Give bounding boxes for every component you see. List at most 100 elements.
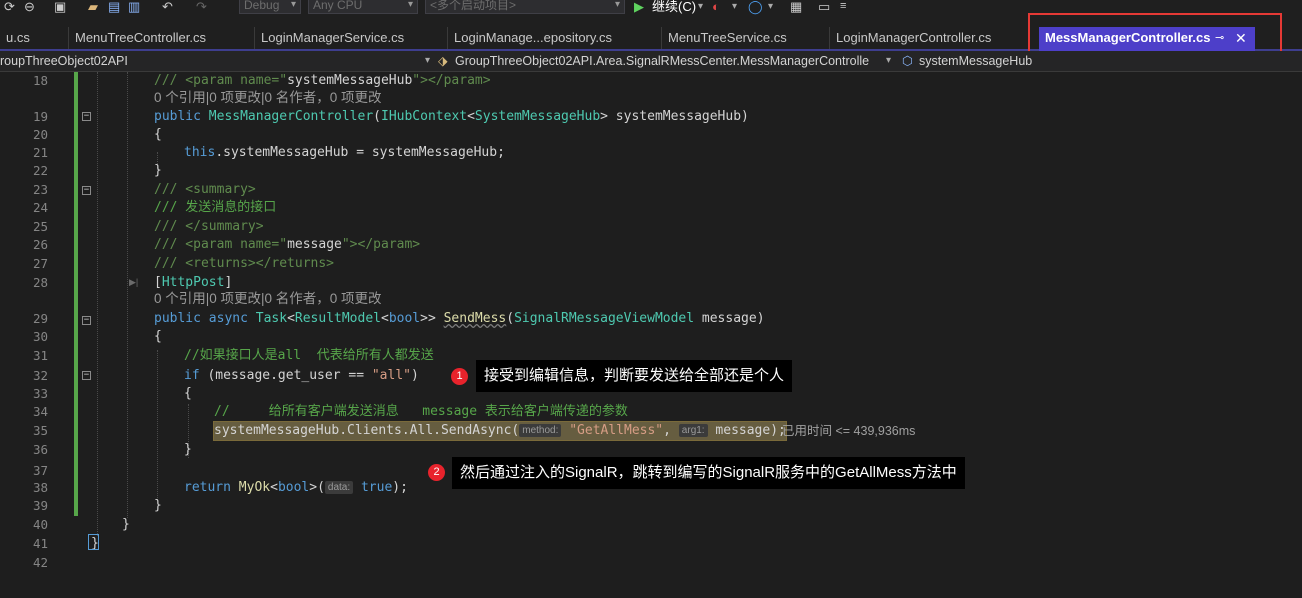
tab-loginmanager-controller[interactable]: LoginManagerController.cs [829,27,1037,49]
annotation-badge-1: 1 [451,368,468,385]
inlay-hint: method: [519,424,562,437]
class-icon: ⬗ [438,54,448,68]
line-number: 41 [32,536,48,551]
open-folder-icon[interactable]: ▰ [88,0,98,15]
code-editor[interactable]: − − − − ▶| 18 /// <param name="systemMes… [0,72,1302,598]
platform-value: Any CPU [313,0,363,12]
navigate-icon[interactable]: ⊖ [24,0,35,15]
redo-arrow-icon[interactable]: ↷ [196,0,207,15]
punctuation: , [663,423,679,438]
project-dropdown[interactable]: roupThreeObject02API [0,51,128,71]
window-layout-icon[interactable]: ▭ [818,0,830,15]
codelens-line: 0 个引用|0 项更改|0 名作者，0 项更改 [0,290,1302,308]
browser-link-icon[interactable]: ▦ [790,0,802,15]
punctuation: < [380,311,389,326]
codelens-references[interactable]: 0 个引用|0 项更改|0 名作者，0 项更改 [154,290,382,308]
bracket-match-highlight [88,534,99,550]
startup-project-value: <多个启动项目> [430,0,517,12]
punctuation: >( [309,480,325,495]
keyword: if [184,368,200,383]
code-line: 29 public async Task<ResultModel<bool>> … [0,310,1302,328]
code-text: } [184,442,192,457]
code-rest: .systemMessageHub = systemMessageHub; [215,145,505,160]
line-number: 24 [32,200,48,215]
member-dropdown[interactable]: systemMessageHub [919,51,1032,71]
tab-u-cs[interactable]: u.cs [0,27,68,49]
punctuation: < [467,109,475,124]
codelens-references[interactable]: 0 个引用|0 项更改|0 名作者，0 项更改 [154,89,382,107]
continue-play-icon[interactable]: ▶ [634,0,644,15]
line-number: 23 [32,182,48,197]
overflow-icon[interactable]: ≡ [840,0,846,15]
xml-doc-value: message [287,237,342,252]
punctuation: ( [373,109,381,124]
new-item-icon[interactable]: ▣ [54,0,66,15]
code-line: 40 } [0,516,1302,534]
type-name: IHubContext [381,109,468,124]
tab-label: LoginManagerService.cs [261,30,405,45]
tab-loginmanager-service[interactable]: LoginManagerService.cs [254,27,447,49]
line-number: 19 [32,109,48,124]
redo-icon[interactable]: ⟳ [4,0,15,15]
chevron-down-icon[interactable]: ▾ [425,51,430,71]
code-text: return MyOk<bool>(data: true); [184,479,408,497]
chevron-down-icon: ▾ [407,0,413,10]
save-all-icon[interactable]: ▥ [128,0,140,15]
punctuation: [ [154,275,162,290]
configuration-select[interactable]: Debug ▾ [239,0,301,14]
punctuation: >> [420,311,444,326]
tab-label: MenuTreeController.cs [75,30,207,45]
tab-loginmanager-repository[interactable]: LoginManage...epository.cs [447,27,661,49]
code-text: /// <param name="systemMessageHub"></par… [154,72,491,90]
tab-label: LoginManagerController.cs [836,30,992,45]
chevron-down-icon[interactable]: ▾ [732,0,737,15]
refresh-icon[interactable]: ◯ [748,0,763,15]
platform-select[interactable]: Any CPU ▾ [308,0,418,14]
code-line: 26 /// <param name="message"></param> [0,236,1302,254]
code-rest: message) [694,311,765,326]
undo-icon[interactable]: ↶ [162,0,173,15]
keyword: this [184,145,216,160]
type-name: SystemMessageHub [474,109,601,124]
continue-button[interactable]: 继续(C) [652,0,696,15]
code-line: 41 } [0,535,1302,553]
inlay-hint: arg1: [678,424,708,437]
annotation-callout-1: 接受到编辑信息，判断要发送给全部还是个人 [476,360,793,392]
line-number: 31 [32,348,48,363]
method-name: SendMess [443,311,507,326]
hot-reload-icon[interactable]: ◐ [712,0,720,15]
chevron-down-icon[interactable]: ▾ [768,0,773,15]
code-rest: systemMessageHub.Clients.All.SendAsync( [214,423,520,438]
code-line: 23 /// <summary> [0,181,1302,199]
tab-menutree-controller[interactable]: MenuTreeController.cs [68,27,254,49]
code-text: /// <summary> [154,182,256,197]
code-line: 27 /// <returns></returns> [0,255,1302,273]
code-rest: message); [707,423,786,438]
chevron-down-icon: ▾ [614,0,620,10]
punctuation: ); [392,480,408,495]
startup-project-select[interactable]: <多个启动项目> ▾ [425,0,625,14]
code-text: } [154,498,162,513]
code-text: /// 发送消息的接口 [154,200,277,215]
code-line: 19 public MessManagerController(IHubCont… [0,108,1302,126]
code-text: } [154,163,162,178]
xml-doc: "></param> [412,73,491,88]
line-number: 40 [32,517,48,532]
chevron-down-icon[interactable]: ▾ [886,51,891,71]
code-line: 30 { [0,328,1302,346]
code-text: if (message.get_user == "all") [184,367,419,385]
code-line: 34 // 给所有客户端发送消息 message 表示给客户端传递的参数 [0,403,1302,421]
tab-label: MenuTreeService.cs [668,30,787,45]
keyword: public async [154,311,248,326]
code-text: { [154,329,162,344]
save-icon[interactable]: ▤ [108,0,120,15]
code-line: 39 } [0,497,1302,515]
xml-doc: /// <param name=" [154,73,288,88]
field-icon: ⬡ [902,54,913,68]
tab-menutree-service[interactable]: MenuTreeService.cs [661,27,829,49]
class-dropdown[interactable]: GroupThreeObject02API.Area.SignalRMessCe… [455,51,883,71]
chevron-down-icon[interactable]: ▾ [698,0,703,15]
line-number: 37 [32,463,48,478]
keyword: true [360,480,393,495]
code-line: 25 /// </summary> [0,218,1302,236]
